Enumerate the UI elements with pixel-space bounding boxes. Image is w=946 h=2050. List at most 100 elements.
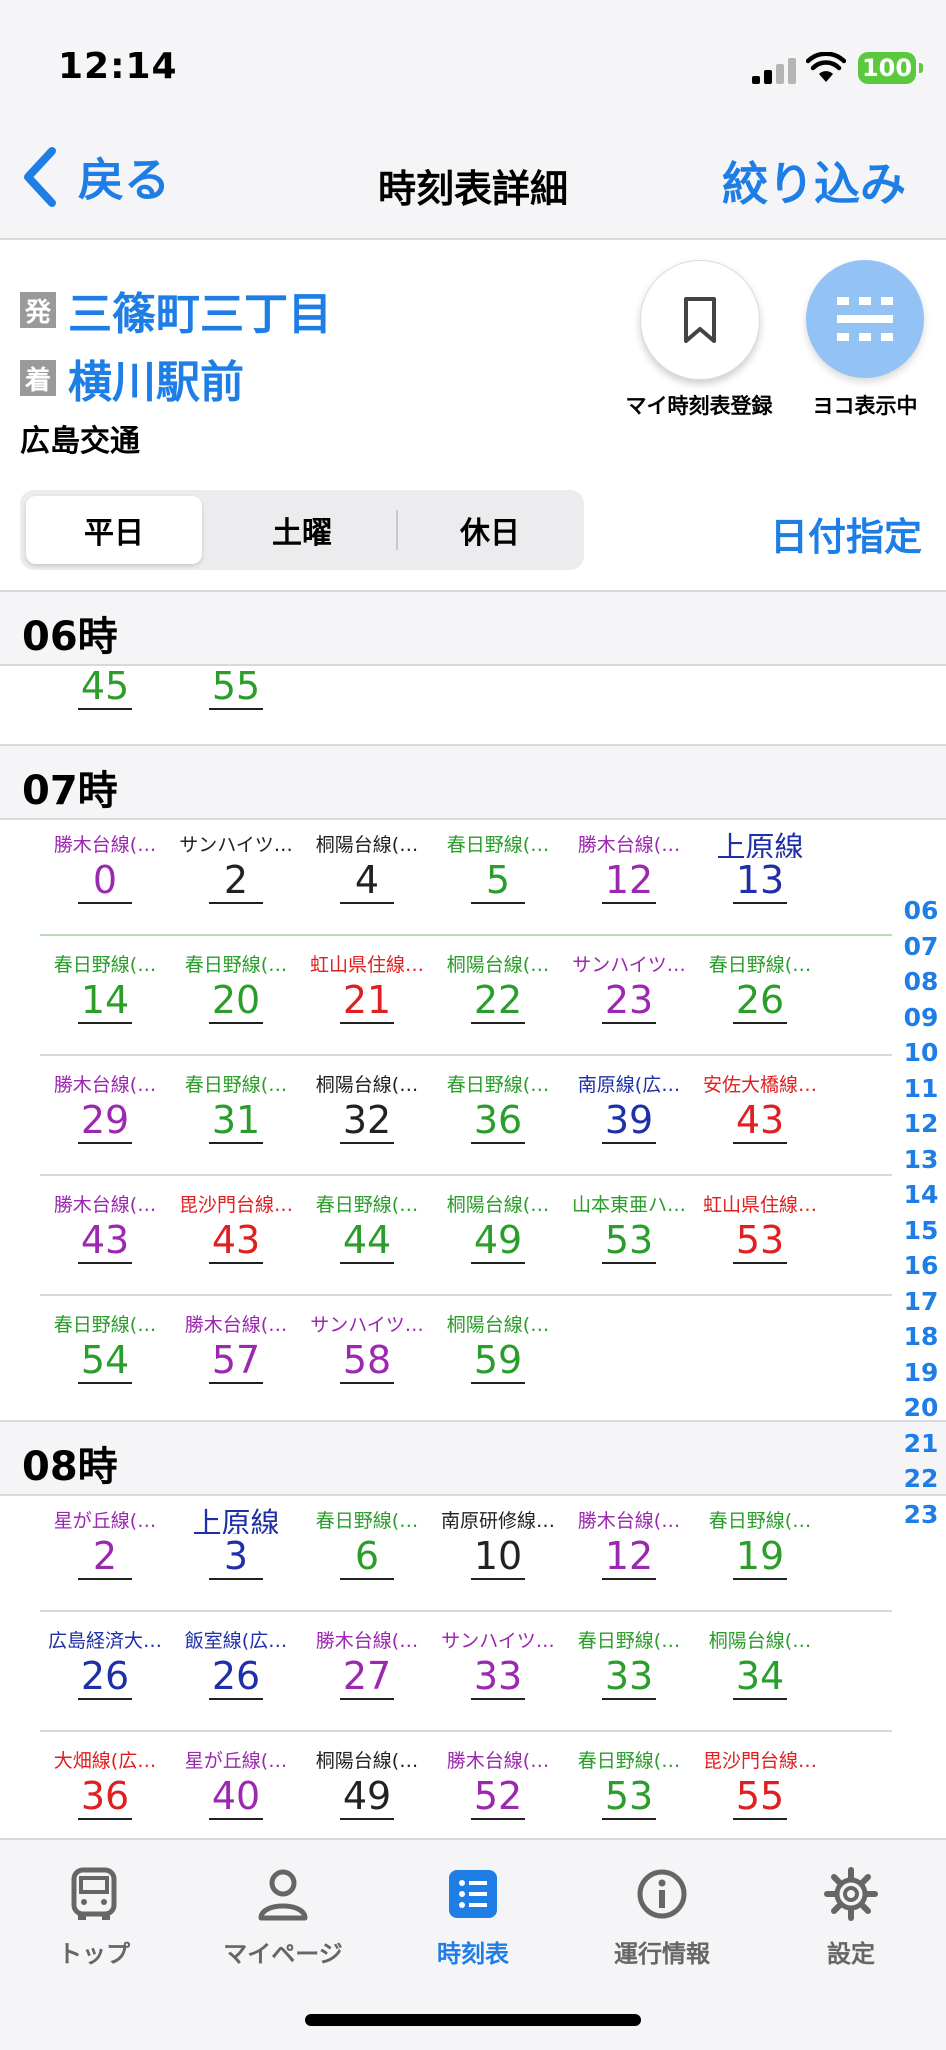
- departure-cell[interactable]: 桐陽台線(… 49: [433, 1190, 563, 1264]
- departure-cell[interactable]: サンハイツ… 58: [302, 1310, 432, 1384]
- segment-weekday[interactable]: 平日: [26, 496, 202, 564]
- departure-cell[interactable]: 春日野線(… 44: [302, 1190, 432, 1264]
- hour-index-item[interactable]: 14: [896, 1180, 946, 1209]
- departure-cell[interactable]: 星が丘線(… 2: [40, 1506, 170, 1580]
- departure-cell[interactable]: 55: [171, 636, 301, 710]
- departure-cell[interactable]: 桐陽台線(… 34: [695, 1626, 825, 1700]
- route-name: サンハイツ…: [572, 954, 686, 976]
- departure-cell[interactable]: 勝木台線(… 12: [564, 830, 694, 904]
- hour-index-item[interactable]: 08: [896, 967, 946, 996]
- hour-index-item[interactable]: 10: [896, 1038, 946, 1067]
- departure-cell[interactable]: 桐陽台線(… 32: [302, 1070, 432, 1144]
- tab-service-info[interactable]: 運行情報: [592, 1866, 732, 1969]
- departure-cell[interactable]: 勝木台線(… 29: [40, 1070, 170, 1144]
- route-name: 春日野線(…: [446, 834, 550, 856]
- hour-index-item[interactable]: 20: [896, 1393, 946, 1422]
- hour-index-item[interactable]: 07: [896, 932, 946, 961]
- departure-cell[interactable]: 春日野線(… 5: [433, 830, 563, 904]
- hour-index-item[interactable]: 09: [896, 1003, 946, 1032]
- tab-mypage[interactable]: マイページ: [213, 1866, 353, 1969]
- row-separator: [40, 1174, 892, 1176]
- departure-cell[interactable]: 南原研修線… 10: [433, 1506, 563, 1580]
- departure-cell[interactable]: 上原線 3: [171, 1506, 301, 1580]
- horizontal-view-button[interactable]: [806, 260, 924, 378]
- hour-index-item[interactable]: 16: [896, 1251, 946, 1280]
- departure-cell[interactable]: 春日野線(… 31: [171, 1070, 301, 1144]
- segment-saturday[interactable]: 土曜: [214, 496, 390, 564]
- departure-cell[interactable]: 安佐大橋線… 43: [695, 1070, 825, 1144]
- departure-minute: 55: [733, 1775, 787, 1820]
- departure-cell[interactable]: 勝木台線(… 43: [40, 1190, 170, 1264]
- bookmark-icon: [684, 297, 716, 343]
- hour-index-item[interactable]: 23: [896, 1500, 946, 1529]
- hour-index-item[interactable]: 17: [896, 1287, 946, 1316]
- arrival-stop[interactable]: 横川駅前: [68, 346, 244, 410]
- departure-cell[interactable]: 毘沙門台線… 55: [695, 1746, 825, 1820]
- row-separator: [40, 934, 892, 936]
- departure-cell[interactable]: 春日野線(… 33: [564, 1626, 694, 1700]
- departure-minute: 2: [78, 1535, 132, 1580]
- hour-index-item[interactable]: 13: [896, 1145, 946, 1174]
- departure-cell[interactable]: 星が丘線(… 40: [171, 1746, 301, 1820]
- departure-stop[interactable]: 三篠町三丁目: [68, 278, 332, 342]
- departure-cell[interactable]: 勝木台線(… 57: [171, 1310, 301, 1384]
- departure-cell[interactable]: 広島経済大… 26: [40, 1626, 170, 1700]
- departure-cell[interactable]: 勝木台線(… 52: [433, 1746, 563, 1820]
- departure-cell[interactable]: 飯室線(広… 26: [171, 1626, 301, 1700]
- departure-cell[interactable]: 虹山県住線… 53: [695, 1190, 825, 1264]
- departure-cell[interactable]: 春日野線(… 26: [695, 950, 825, 1024]
- hour-index-item[interactable]: 15: [896, 1216, 946, 1245]
- hour-index-item[interactable]: 19: [896, 1358, 946, 1387]
- departure-cell[interactable]: 春日野線(… 54: [40, 1310, 170, 1384]
- filter-button[interactable]: 絞り込み: [722, 148, 906, 214]
- hour-index-item[interactable]: 06: [896, 896, 946, 925]
- departure-cell[interactable]: サンハイツ… 33: [433, 1626, 563, 1700]
- route-name: 勝木台線(…: [53, 834, 157, 856]
- hour-index-item[interactable]: 11: [896, 1074, 946, 1103]
- departure-cell[interactable]: 桐陽台線(… 22: [433, 950, 563, 1024]
- route-name: 桐陽台線(…: [315, 1074, 419, 1096]
- route-name: 桐陽台線(…: [446, 954, 550, 976]
- departure-cell[interactable]: 春日野線(… 36: [433, 1070, 563, 1144]
- hour-index-item[interactable]: 12: [896, 1109, 946, 1138]
- tab-settings-label: 設定: [827, 1940, 875, 1968]
- departure-cell[interactable]: 桐陽台線(… 49: [302, 1746, 432, 1820]
- hour-index-item[interactable]: 22: [896, 1464, 946, 1493]
- departure-cell[interactable]: 桐陽台線(… 4: [302, 830, 432, 904]
- hour-index-item[interactable]: 18: [896, 1322, 946, 1351]
- departure-cell[interactable]: 春日野線(… 53: [564, 1746, 694, 1820]
- departure-cell[interactable]: 大畑線(広… 36: [40, 1746, 170, 1820]
- departure-cell[interactable]: 南原線(広… 39: [564, 1070, 694, 1144]
- departure-cell[interactable]: 春日野線(… 14: [40, 950, 170, 1024]
- departure-cell[interactable]: 毘沙門台線… 43: [171, 1190, 301, 1264]
- departure-cell[interactable]: 上原線 13: [695, 830, 825, 904]
- departure-cell[interactable]: 勝木台線(… 0: [40, 830, 170, 904]
- departure-minute: 49: [471, 1219, 525, 1264]
- route-name: 南原研修線…: [440, 1510, 555, 1532]
- departure-cell[interactable]: サンハイツ… 23: [564, 950, 694, 1024]
- route-name: 春日野線(…: [708, 954, 812, 976]
- tab-settings[interactable]: 設定: [781, 1866, 921, 1969]
- departure-cell[interactable]: 山本東亜ハ… 53: [564, 1190, 694, 1264]
- departure-cell[interactable]: サンハイツ… 2: [171, 830, 301, 904]
- departure-cell[interactable]: 春日野線(… 6: [302, 1506, 432, 1580]
- tab-timetable[interactable]: 時刻表: [403, 1866, 543, 1969]
- route-name: 勝木台線(…: [446, 1750, 550, 1772]
- departure-minute: 10: [471, 1535, 525, 1580]
- bookmark-button[interactable]: [640, 260, 760, 380]
- departure-cell[interactable]: 春日野線(… 19: [695, 1506, 825, 1580]
- departure-cell[interactable]: 虹山県住線… 21: [302, 950, 432, 1024]
- status-bar: 12:14 100: [0, 0, 946, 120]
- departure-cell[interactable]: 桐陽台線(… 59: [433, 1310, 563, 1384]
- departure-cell[interactable]: 春日野線(… 20: [171, 950, 301, 1024]
- date-select-button[interactable]: 日付指定: [770, 506, 922, 561]
- tab-top[interactable]: トップ: [24, 1866, 164, 1969]
- departure-minute: 55: [209, 665, 263, 710]
- departure-minute: 53: [602, 1219, 656, 1264]
- hour-index-item[interactable]: 21: [896, 1429, 946, 1458]
- departure-cell[interactable]: 勝木台線(… 12: [564, 1506, 694, 1580]
- departure-cell[interactable]: 45: [40, 636, 170, 710]
- departure-minute: 36: [471, 1099, 525, 1144]
- departure-cell[interactable]: 勝木台線(… 27: [302, 1626, 432, 1700]
- segment-holiday[interactable]: 休日: [402, 496, 578, 564]
